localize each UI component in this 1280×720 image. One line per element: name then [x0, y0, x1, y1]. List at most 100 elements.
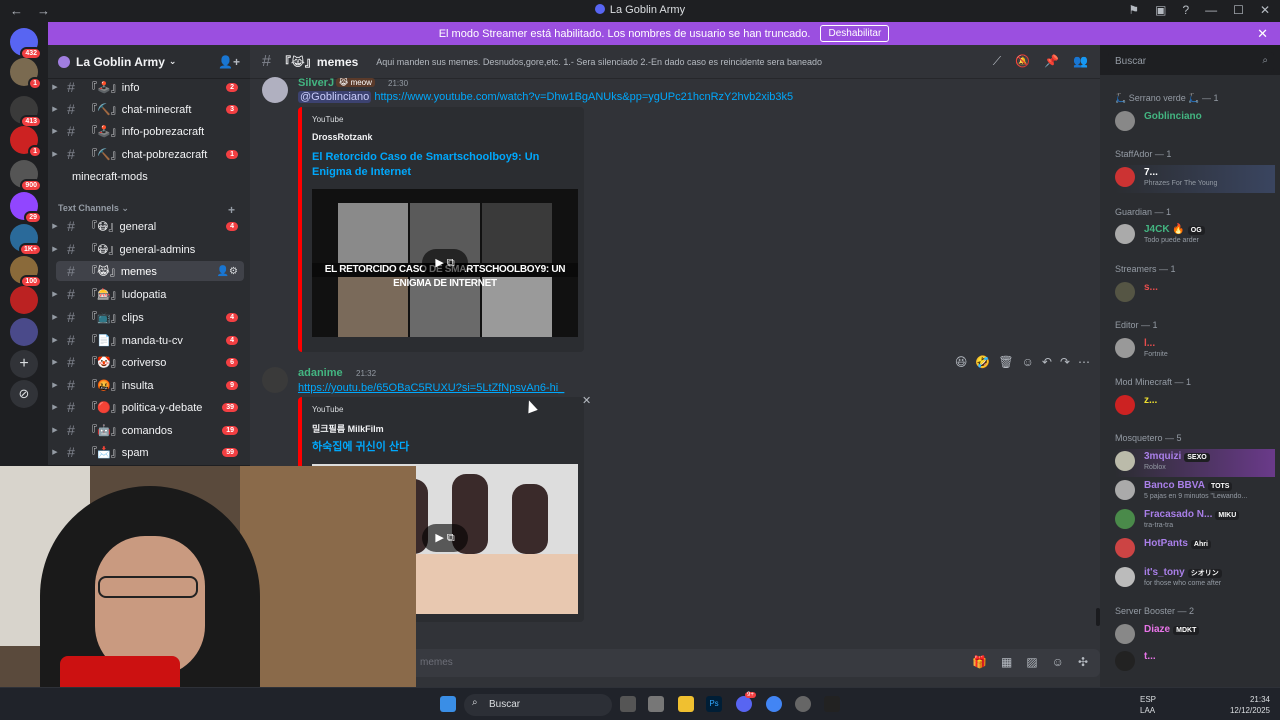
add-channel-icon[interactable]: +	[228, 203, 235, 217]
sticker-icon[interactable]: ▨	[1026, 655, 1037, 669]
screen-icon[interactable]: ▣	[1155, 3, 1166, 17]
message[interactable]: SilverJ 😹 meow 21:30 @Goblinciano https:…	[250, 75, 1100, 355]
embed-author[interactable]: 밀크필름 MilkFilm	[312, 422, 384, 435]
taskbar-search[interactable]: ⌕ Buscar	[464, 694, 612, 716]
channel-item[interactable]: ▶ # 『⛏️』chat-minecraft 3	[48, 99, 250, 119]
clock[interactable]: 21:34 12/12/2025	[1230, 694, 1270, 716]
channel-item[interactable]: ▶ # 『🤬』insulta 9	[48, 375, 250, 395]
pin-icon[interactable]: 📌	[1044, 54, 1059, 69]
guild-header[interactable]: La Goblin Army ⌄ 👤+	[48, 45, 250, 79]
server-icon[interactable]	[10, 318, 38, 346]
gif-icon[interactable]: ▦	[1001, 655, 1012, 669]
channel-item[interactable]: ▶ # 『🤡』coriverso 6	[48, 352, 250, 372]
chrome-icon[interactable]	[766, 696, 782, 712]
inbox-icon[interactable]: ⚑	[1128, 3, 1139, 17]
video-thumbnail[interactable]: EL RETORCIDO CASO DE SMARTSCHOOLBOY9: UN…	[312, 189, 578, 337]
channel-item[interactable]: ▶ # 『🕹️』info-pobrezacraft	[48, 121, 250, 141]
embed-title[interactable]: El Retorcido Caso de Smartschoolboy9: Un…	[312, 150, 582, 180]
member[interactable]: J4CK 🔥 OG Todo puede arder	[1115, 222, 1275, 250]
explore-icon[interactable]: ⊘	[10, 380, 38, 408]
server-icon[interactable]: 1	[10, 58, 42, 90]
server-home[interactable]: 432	[10, 28, 42, 60]
close-banner-icon[interactable]: ✕	[1257, 26, 1268, 42]
invite-icon[interactable]: 👤+	[218, 55, 240, 69]
channel-item[interactable]: ▶ # 『😷』general 4	[48, 216, 250, 236]
app-icon[interactable]	[795, 696, 811, 712]
play-icon[interactable]: ▶ ⧉	[422, 249, 468, 277]
server-icon[interactable]: 1	[10, 126, 42, 158]
play-icon[interactable]: ▶ ⧉	[422, 524, 468, 552]
avatar[interactable]	[262, 367, 288, 393]
members-icon[interactable]: 👥	[1073, 54, 1088, 69]
search-input[interactable]: Buscar ⌕	[1108, 52, 1274, 72]
close-icon[interactable]: ✕	[1260, 3, 1270, 17]
member[interactable]: l... Fortnite	[1115, 336, 1275, 364]
channel-topic[interactable]: Aqui manden sus memes. Desnudos,gore,etc…	[376, 57, 822, 67]
message-author[interactable]: SilverJ	[298, 77, 334, 89]
server-icon[interactable]: 900	[10, 160, 42, 192]
hash-icon: #	[67, 354, 75, 370]
channel-item[interactable]: minecraft-mods	[48, 167, 250, 187]
epic-games-icon[interactable]	[824, 696, 840, 712]
avatar[interactable]	[262, 77, 288, 103]
member[interactable]: 3mquizi SEXO Roblox	[1115, 449, 1275, 477]
embed-title[interactable]: 하숙집에 귀신이 산다	[312, 440, 582, 455]
member[interactable]: Fracasado N... MIKU tra-tra-tra	[1115, 507, 1275, 535]
mute-bell-icon[interactable]: 🔕	[1015, 54, 1030, 69]
member[interactable]: s...	[1115, 280, 1275, 308]
window-title: La Goblin Army	[0, 4, 1280, 16]
emoji-icon[interactable]: ☺	[1052, 655, 1064, 669]
language-indicator[interactable]: ESP LAA	[1140, 694, 1156, 716]
window-controls[interactable]: ⚑ ▣ ? — ☐ ✕	[1128, 3, 1270, 17]
server-icon[interactable]: 413	[10, 96, 42, 128]
hash-icon: #	[67, 218, 75, 234]
channel-item[interactable]: ▶ # 『🔴』politica-y-debate 39	[48, 397, 250, 417]
help-icon[interactable]: ?	[1182, 3, 1189, 17]
server-icon[interactable]: 1K+	[10, 224, 42, 256]
server-icon[interactable]	[10, 286, 38, 314]
channel-item[interactable]: ▶ # 『🎰』ludopatia	[48, 284, 250, 304]
message-link[interactable]: https://youtu.be/65OBaC5RUXU?si=5LtZfNps…	[298, 382, 564, 394]
minimize-icon[interactable]: —	[1205, 3, 1217, 17]
channel-item[interactable]: ▶ # 『📄』manda-tu-cv 4	[48, 330, 250, 350]
add-server-icon[interactable]: +	[10, 350, 38, 378]
apps-icon[interactable]: ✣	[1078, 655, 1088, 669]
member[interactable]: t...	[1115, 649, 1275, 677]
message-link[interactable]: https://www.youtube.com/watch?v=Dhw1BgAN…	[374, 91, 793, 103]
app-icon[interactable]	[648, 696, 664, 712]
message-author[interactable]: adanime	[298, 367, 343, 379]
banner-text: El modo Streamer está habilitado. Los no…	[438, 27, 811, 40]
member[interactable]: Diaze MDKT	[1115, 622, 1275, 650]
member[interactable]: 7... Phrazes For The Young	[1115, 165, 1275, 193]
channel-item[interactable]: ▶ # 『🤖』comandos 19	[48, 420, 250, 440]
task-view-icon[interactable]	[620, 696, 636, 712]
channel-item[interactable]: ▶ # 『📩』spam 59	[48, 442, 250, 462]
member[interactable]: Goblinciano	[1115, 109, 1275, 137]
server-icon[interactable]: 29	[10, 192, 42, 224]
embed-author[interactable]: DrossRotzank	[312, 132, 373, 142]
channel-item[interactable]: ▶ # 『😷』general-admins	[48, 239, 250, 259]
discord-taskbar-icon[interactable]: 9+	[736, 692, 756, 712]
remove-embed-icon[interactable]: ✕	[582, 394, 591, 407]
disable-button[interactable]: Deshabilitar	[820, 25, 890, 42]
channel-item[interactable]: ▶ # 『🕹️』info 2	[48, 77, 250, 97]
member[interactable]: z...	[1115, 393, 1275, 421]
gift-icon[interactable]: 🎁	[972, 655, 987, 669]
scrollbar[interactable]	[1096, 608, 1100, 626]
photoshop-icon[interactable]: Ps	[706, 696, 722, 712]
threads-icon[interactable]: ⟋	[993, 54, 1001, 69]
windows-start-icon[interactable]	[440, 696, 456, 712]
channel-item[interactable]: ▶ # 『📺』clips 4	[48, 307, 250, 327]
category-text-channels[interactable]: Text Channels ⌄ +	[58, 203, 235, 217]
mention[interactable]: @Goblinciano	[298, 91, 372, 103]
member[interactable]: it's_tony シオリン for those who come after	[1115, 565, 1275, 593]
member[interactable]: HotPants Ahri	[1115, 536, 1275, 564]
member[interactable]: Banco BBVA TOTS 5 pajas en 9 minutos "Lewa…	[1115, 478, 1275, 506]
maximize-icon[interactable]: ☐	[1233, 3, 1244, 17]
channel-item-selected[interactable]: # 『😹』memes 👤⚙	[56, 261, 244, 281]
channel-item[interactable]: ▶ # 『⛏️』chat-pobrezacraft 1	[48, 144, 250, 164]
file-explorer-icon[interactable]	[678, 696, 694, 712]
channel-settings-icon[interactable]: 👤⚙	[217, 266, 238, 277]
unread-badge: 6	[226, 357, 238, 367]
server-icon[interactable]: 100	[10, 256, 42, 288]
